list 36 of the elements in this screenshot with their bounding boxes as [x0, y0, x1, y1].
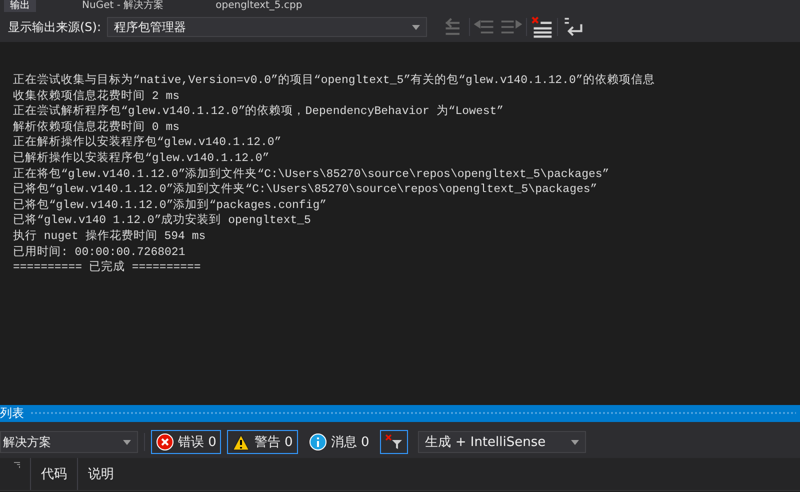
output-line: 已解析操作以安装程序包“glew.v140.1.12.0” [13, 150, 270, 167]
output-source-dropdown[interactable]: 程序包管理器 [107, 17, 428, 37]
output-line: 已将“glew.v140 1.12.0”成功安装到 opengltext_5 [13, 213, 311, 229]
sort-grip-icon [14, 462, 20, 468]
output-line: 收集依赖项信息花费时间 2 ms [13, 88, 180, 104]
output-line: 正在将包“glew.v140.1.12.0”添加到文件夹“C:\Users\85270\source\repos\opengltext_5\packages” [13, 166, 610, 182]
dropdown-caret-icon [412, 24, 420, 30]
build-filter-dropdown[interactable]: 生成 + IntelliSense [418, 431, 586, 453]
warning-icon [232, 434, 250, 450]
document-tab[interactable]: 输出 [4, 0, 36, 12]
output-source-label: 显示输出来源(S): [8, 18, 102, 36]
output-line: 正在尝试收集与目标为“native,Version=v0.0”的项目“opengltext_5”有关的包“glew.v140.1.12.0”的依赖项信息 [13, 73, 655, 89]
message-filter-toggle[interactable]: 消息 0 [304, 430, 374, 454]
output-line: 执行 nuget 操作花费时间 594 ms [13, 228, 206, 245]
clear-icon[interactable] [531, 16, 554, 38]
warning-filter-toggle[interactable]: 警告 0 [227, 430, 298, 454]
output-line: 已将包“glew.v140.1.12.0”添加到“packages.config” [13, 198, 327, 214]
output-line: 解析依赖项信息花费时间 0 ms [13, 120, 180, 135]
output-line: 已用时间: 00:00:00.7268021 [13, 244, 186, 260]
output-line: ========== 已完成 ========== [13, 260, 201, 276]
error-icon [156, 433, 174, 451]
document-tab[interactable]: opengltext_5.cpp [210, 0, 308, 12]
scope-dropdown[interactable]: 解决方案 [0, 431, 138, 453]
wrap-icon[interactable] [562, 16, 584, 38]
output-line: 正在解析操作以安装程序包“glew.v140.1.12.0” [13, 135, 282, 151]
dropdown-caret-icon [123, 440, 131, 444]
output-line: 已将包“glew.v140.1.12.0”添加到文件夹“C:\Users\85270\source\repos\opengltext_5\packages” [13, 182, 598, 198]
column-header[interactable]: 说明 [77, 458, 124, 490]
error-filter-toggle[interactable]: 错误 0 [151, 430, 222, 454]
panel-title: 列表 [0, 405, 24, 422]
filter-icon [385, 434, 404, 450]
dropdown-caret-icon [571, 440, 580, 444]
info-icon [308, 433, 327, 451]
output-line: 正在尝试解析程序包“glew.v140.1.12.0”的依赖项，DependencyBehavior 为“Lowest” [13, 104, 504, 120]
column-header[interactable]: 代码 [30, 458, 77, 490]
filter-filter-toggle[interactable] [380, 430, 408, 454]
